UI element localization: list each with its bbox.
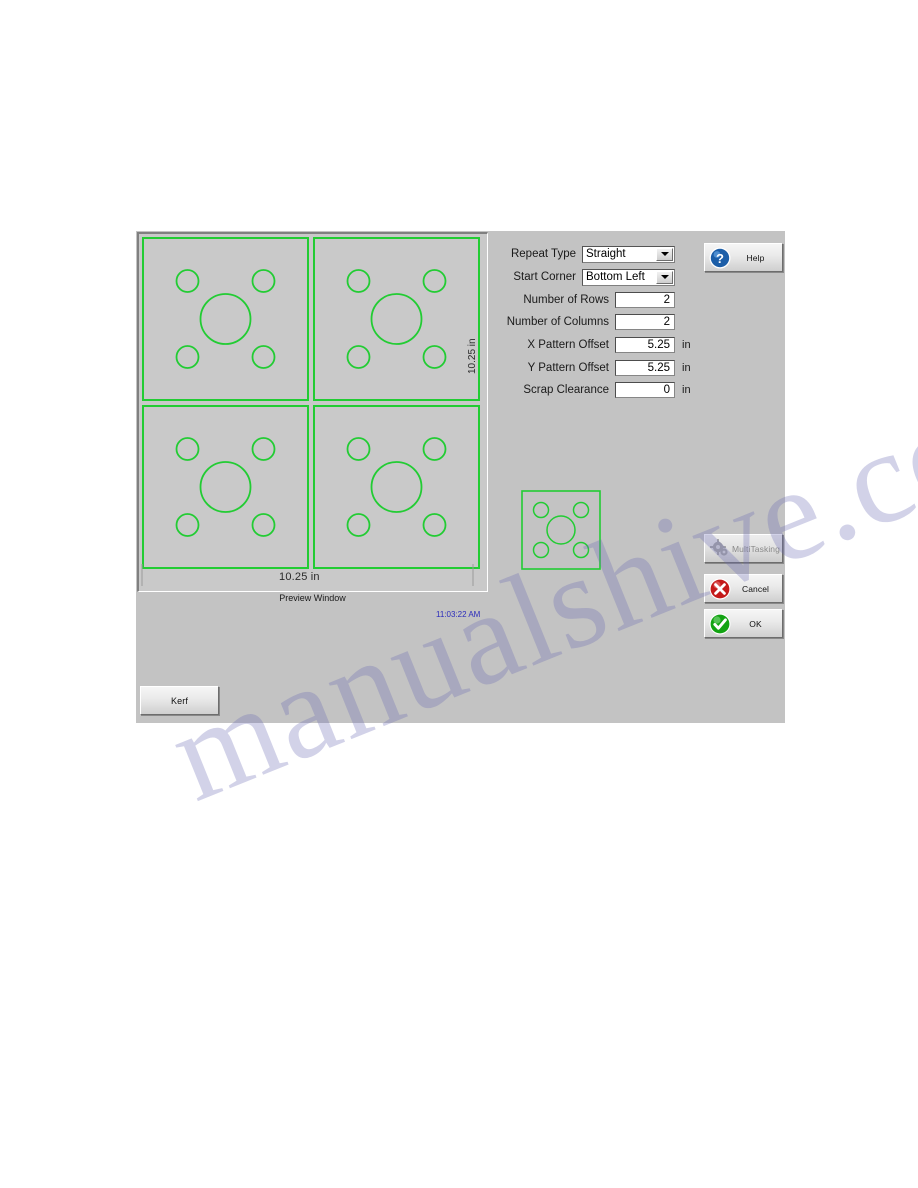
- corner-hole: [251, 513, 276, 537]
- chevron-down-icon[interactable]: [656, 247, 673, 261]
- ok-button-label: OK: [749, 618, 762, 629]
- preview-window[interactable]: 10.25 in 10.25 in: [137, 232, 488, 592]
- scrap-clearance-input[interactable]: 0: [615, 382, 675, 399]
- x-pattern-offset-input[interactable]: 5.25: [615, 337, 675, 354]
- cancel-button[interactable]: Cancel: [704, 574, 783, 603]
- corner-hole: [422, 437, 447, 461]
- part-outline: [313, 237, 480, 401]
- number-of-rows-label: Number of Rows: [523, 293, 609, 306]
- corner-hole: [346, 345, 371, 369]
- repeat-type-value: Straight: [586, 248, 626, 261]
- part-outline: [142, 237, 309, 401]
- start-corner-value: Bottom Left: [586, 271, 645, 284]
- kerf-button[interactable]: Kerf: [140, 686, 219, 715]
- start-corner-label: Start Corner: [513, 271, 576, 284]
- form-row-scrap-clearance: Scrap Clearance 0 in: [496, 379, 696, 402]
- form-row-repeat-type: Repeat Type Straight: [496, 243, 696, 266]
- center-hole: [199, 461, 252, 513]
- y-pattern-offset-input[interactable]: 5.25: [615, 359, 675, 376]
- help-question-icon: ?: [708, 246, 732, 270]
- form-row-number-of-rows: Number of Rows 2: [496, 288, 696, 311]
- form-row-x-pattern-offset: X Pattern Offset 5.25 in: [496, 334, 696, 357]
- corner-hole: [251, 269, 276, 293]
- y-pattern-offset-unit: in: [682, 361, 691, 374]
- cancel-x-icon: [708, 577, 732, 601]
- multitasking-gears-icon: [708, 537, 732, 561]
- scrap-clearance-unit: in: [682, 384, 691, 397]
- corner-hole: [422, 513, 447, 537]
- corner-hole: [422, 345, 447, 369]
- center-hole: [370, 293, 423, 345]
- corner-hole: [251, 437, 276, 461]
- start-corner-select[interactable]: Bottom Left: [582, 268, 675, 286]
- center-hole: [370, 461, 423, 513]
- preview-height-dimension: 10.25 in: [467, 338, 478, 374]
- corner-hole: [422, 269, 447, 293]
- cancel-button-label: Cancel: [741, 583, 770, 594]
- help-button[interactable]: ? Help: [704, 243, 783, 272]
- corner-hole: [175, 513, 200, 537]
- repeat-type-label: Repeat Type: [510, 248, 576, 261]
- corner-hole: [175, 437, 200, 461]
- repeat-pattern-dialog: 10.25 in 10.25 in Preview Window 11:03:2…: [136, 231, 785, 723]
- chevron-down-icon[interactable]: [656, 270, 673, 284]
- kerf-button-label: Kerf: [171, 695, 188, 706]
- x-pattern-offset-label: X Pattern Offset: [527, 339, 609, 352]
- corner-hole: [346, 437, 371, 461]
- number-of-columns-label: Number of Columns: [506, 316, 609, 329]
- part-outline: [313, 405, 480, 569]
- repeat-type-select[interactable]: Straight: [582, 245, 675, 263]
- corner-hole: [175, 269, 200, 293]
- number-of-rows-input[interactable]: 2: [615, 291, 675, 308]
- ok-button[interactable]: OK: [704, 609, 783, 638]
- y-pattern-offset-label: Y Pattern Offset: [527, 361, 609, 374]
- preview-geometry-canvas: [141, 237, 480, 586]
- form-row-start-corner: Start Corner Bottom Left: [496, 266, 696, 289]
- corner-hole: [175, 345, 200, 369]
- part-outline: [142, 405, 309, 569]
- scrap-clearance-label: Scrap Clearance: [523, 384, 609, 397]
- corner-hole: [346, 269, 371, 293]
- multitasking-button[interactable]: MultiTasking: [704, 534, 783, 563]
- help-button-label: Help: [746, 252, 765, 263]
- ok-check-icon: [708, 612, 732, 636]
- corner-hole: [346, 513, 371, 537]
- corner-hole: [251, 345, 276, 369]
- single-part-preview: [521, 490, 601, 570]
- center-hole: [199, 293, 252, 345]
- number-of-columns-input[interactable]: 2: [615, 314, 675, 331]
- form-row-y-pattern-offset: Y Pattern Offset 5.25 in: [496, 356, 696, 379]
- preview-window-label: Preview Window: [279, 593, 346, 603]
- preview-width-dimension: 10.25 in: [279, 571, 320, 583]
- preview-timestamp: 11:03:22 AM: [436, 610, 481, 619]
- x-pattern-offset-unit: in: [682, 339, 691, 352]
- form-row-number-of-columns: Number of Columns 2: [496, 311, 696, 334]
- svg-text:?: ?: [716, 251, 724, 266]
- multitasking-button-label: MultiTasking: [732, 543, 780, 554]
- pattern-settings-form: Repeat Type Straight Start Corner Bottom…: [496, 243, 696, 402]
